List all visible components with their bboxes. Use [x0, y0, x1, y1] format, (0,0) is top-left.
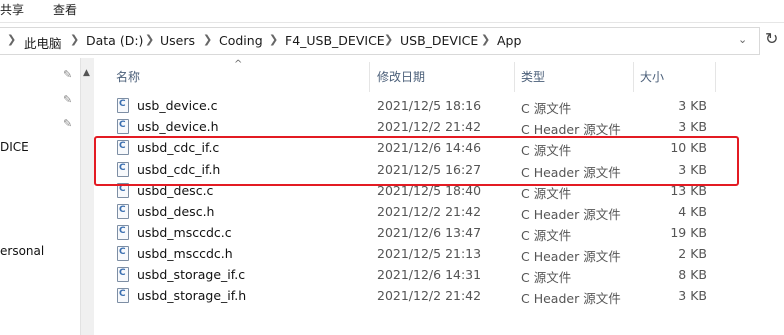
- file-name: usbd_storage_if.c: [137, 267, 246, 282]
- file-name: usb_device.c: [137, 98, 218, 113]
- highlight-annotation-box: [94, 136, 739, 186]
- chevron-right-icon[interactable]: ❯: [7, 33, 16, 46]
- pin-icon[interactable]: ✎: [63, 68, 72, 81]
- file-name: usb_device.h: [137, 119, 219, 134]
- file-type: C Header 源文件: [521, 207, 621, 222]
- file-date: 2021/12/6 14:31: [377, 267, 482, 282]
- breadcrumb-app[interactable]: App: [497, 33, 521, 48]
- scroll-up-icon[interactable]: ▲: [83, 68, 90, 78]
- breadcrumb-coding[interactable]: Coding: [219, 33, 263, 48]
- column-header-size[interactable]: 大小: [640, 68, 664, 85]
- chevron-right-icon[interactable]: ❯: [481, 33, 490, 46]
- ribbon-tabs: 共享 查看: [0, 0, 784, 23]
- file-name: usbd_msccdc.h: [137, 246, 233, 261]
- file-type: C Header 源文件: [521, 291, 621, 306]
- file-row[interactable]: C usbd_msccdc.h 2021/12/5 21:13 C Header…: [110, 244, 730, 265]
- sort-ascending-icon: ^: [234, 59, 243, 70]
- chevron-right-icon[interactable]: ❯: [70, 33, 79, 46]
- file-type: C 源文件: [521, 101, 572, 116]
- column-divider[interactable]: [633, 62, 634, 92]
- file-type: C 源文件: [521, 270, 572, 285]
- tab-view[interactable]: 查看: [53, 1, 77, 18]
- file-date: 2021/12/2 21:42: [377, 204, 482, 219]
- c-file-icon: C: [117, 98, 129, 113]
- file-size: 3 KB: [678, 119, 707, 134]
- file-name: usbd_storage_if.h: [137, 288, 247, 303]
- chevron-right-icon[interactable]: ❯: [203, 33, 212, 46]
- column-header-date[interactable]: 修改日期: [377, 68, 425, 85]
- file-size: 4 KB: [678, 204, 707, 219]
- file-size: 2 KB: [678, 246, 707, 261]
- breadcrumb-users[interactable]: Users: [160, 33, 195, 48]
- chevron-right-icon[interactable]: ❯: [145, 33, 154, 46]
- nav-item-device[interactable]: DICE: [0, 140, 29, 154]
- file-type: C Header 源文件: [521, 249, 621, 264]
- file-size: 19 KB: [670, 225, 707, 240]
- file-size: 3 KB: [678, 98, 707, 113]
- file-row[interactable]: C usbd_storage_if.c 2021/12/6 14:31 C 源文…: [110, 265, 730, 286]
- c-header-file-icon: C: [117, 119, 129, 134]
- file-row[interactable]: C usbd_desc.h 2021/12/2 21:42 C Header 源…: [110, 202, 730, 223]
- file-date: 2021/12/5 21:13: [377, 246, 482, 261]
- file-row[interactable]: C usb_device.c 2021/12/5 18:16 C 源文件 3 K…: [110, 96, 730, 117]
- file-row[interactable]: C usb_device.h 2021/12/2 21:42 C Header …: [110, 117, 730, 138]
- c-file-icon: C: [117, 267, 129, 282]
- file-type: C 源文件: [521, 228, 572, 243]
- column-divider[interactable]: [514, 62, 515, 92]
- file-date: 2021/12/2 21:42: [377, 119, 482, 134]
- file-row[interactable]: C usbd_storage_if.h 2021/12/2 21:42 C He…: [110, 286, 730, 307]
- column-header-name[interactable]: 名称: [116, 68, 140, 85]
- nav-scrollbar[interactable]: ▲: [80, 58, 94, 335]
- pin-icon[interactable]: ✎: [63, 93, 72, 106]
- chevron-right-icon[interactable]: ❯: [384, 33, 393, 46]
- c-header-file-icon: C: [117, 246, 129, 261]
- file-date: 2021/12/5 18:16: [377, 98, 482, 113]
- breadcrumb-f4-usb-device[interactable]: F4_USB_DEVICE: [285, 33, 385, 48]
- breadcrumb-this-pc[interactable]: 此电脑: [24, 33, 62, 52]
- file-row[interactable]: C usbd_msccdc.c 2021/12/6 13:47 C 源文件 19…: [110, 223, 730, 244]
- column-header-type[interactable]: 类型: [521, 68, 545, 85]
- file-name: usbd_desc.h: [137, 204, 215, 219]
- file-size: 3 KB: [678, 288, 707, 303]
- nav-item-personal[interactable]: ersonal: [0, 244, 44, 258]
- c-header-file-icon: C: [117, 288, 129, 303]
- column-divider[interactable]: [369, 62, 370, 92]
- breadcrumb-data-drive[interactable]: Data (D:): [86, 33, 143, 48]
- navigation-pane: ✎ ✎ ✎ DICE ersonal: [0, 58, 80, 335]
- breadcrumb-usb-device[interactable]: USB_DEVICE: [400, 33, 478, 48]
- file-size: 8 KB: [678, 267, 707, 282]
- tab-share[interactable]: 共享: [0, 1, 24, 18]
- chevron-right-icon[interactable]: ❯: [269, 33, 278, 46]
- pin-icon[interactable]: ✎: [63, 117, 72, 130]
- refresh-icon[interactable]: ↻: [765, 29, 778, 48]
- history-dropdown-icon[interactable]: ⌄: [738, 33, 747, 46]
- c-file-icon: C: [117, 225, 129, 240]
- c-header-file-icon: C: [117, 204, 129, 219]
- file-date: 2021/12/6 13:47: [377, 225, 482, 240]
- file-date: 2021/12/2 21:42: [377, 288, 482, 303]
- file-name: usbd_msccdc.c: [137, 225, 232, 240]
- address-bar: ❯ 此电脑 ❯ Data (D:) ❯ Users ❯ Coding ❯ F4_…: [0, 27, 784, 57]
- column-divider[interactable]: [715, 62, 716, 92]
